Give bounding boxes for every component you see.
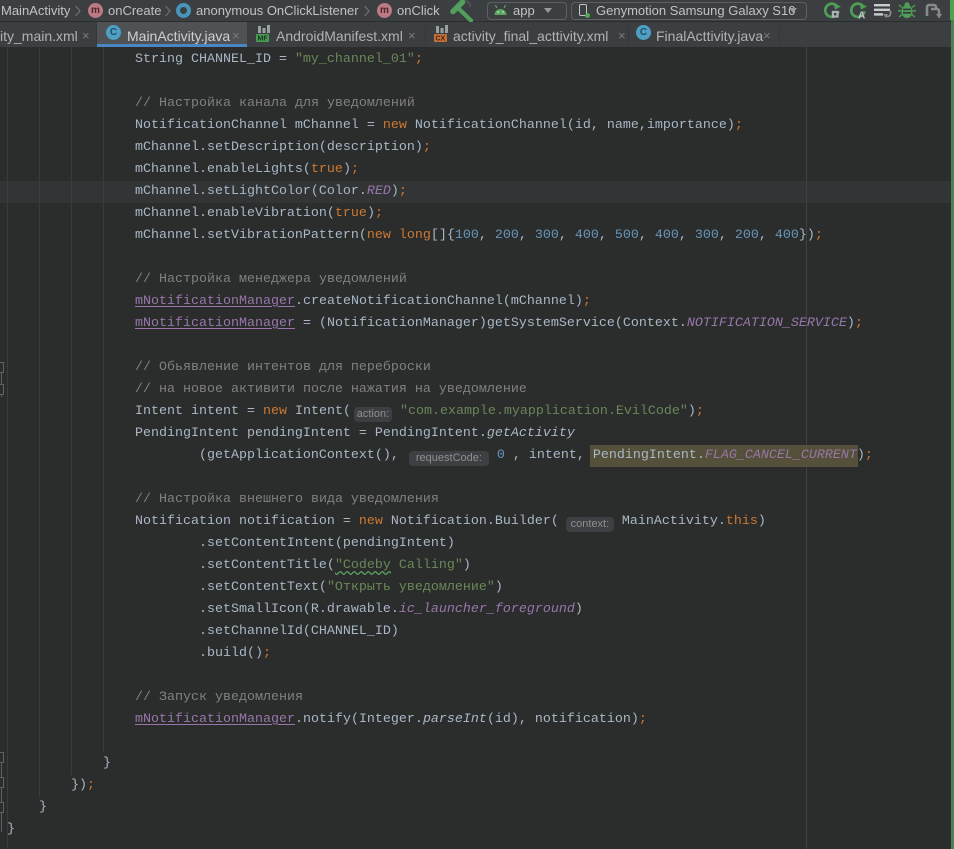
svg-text:MF: MF [258, 36, 269, 43]
svg-text:CX: CX [436, 36, 446, 43]
svg-text:A: A [858, 11, 865, 21]
